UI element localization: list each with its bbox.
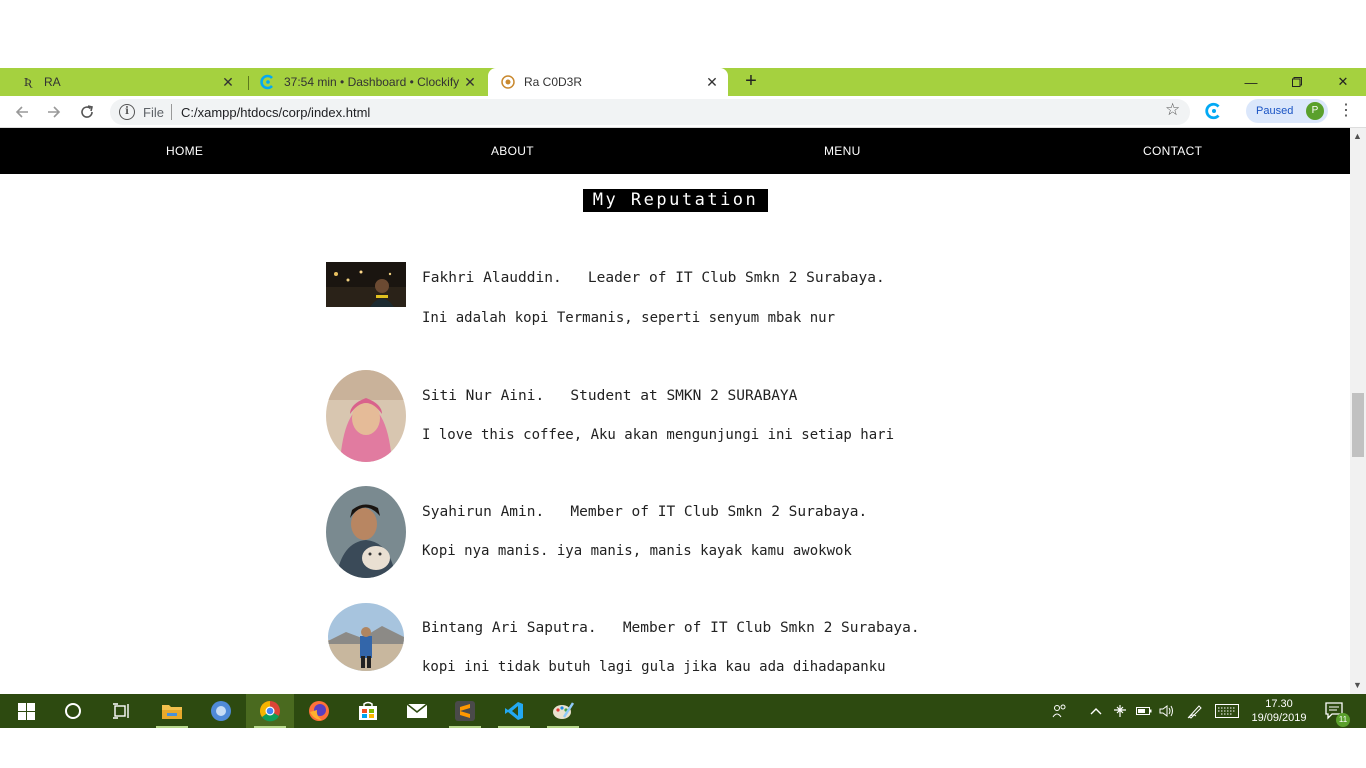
people-icon[interactable] (1052, 694, 1068, 728)
tab-title: 37:54 min • Dashboard • Clockify (284, 75, 460, 89)
reviewer-photo (326, 486, 406, 583)
tab-title: RA (44, 75, 61, 89)
reviewer-photo (326, 370, 406, 467)
nav-contact[interactable]: CONTACT (1143, 128, 1202, 174)
chrome-icon[interactable] (246, 694, 294, 728)
review-text: Kopi nya manis. iya manis, manis kayak k… (422, 543, 852, 559)
close-icon[interactable]: ✕ (218, 74, 238, 91)
sublime-text-icon[interactable] (441, 694, 489, 728)
network-icon[interactable] (1112, 694, 1128, 728)
forward-icon[interactable] (42, 100, 66, 124)
site-nav: HOME ABOUT MENU CONTACT (0, 128, 1350, 174)
back-icon[interactable] (10, 100, 34, 124)
running-indicator (547, 726, 579, 728)
clock-time: 17.30 (1265, 698, 1293, 710)
tab-ra[interactable]: Ʀ RA ✕ (0, 68, 244, 96)
ra-logo-icon: Ʀ (23, 75, 33, 89)
close-icon[interactable]: ✕ (460, 74, 480, 91)
reviewer-photo (326, 262, 406, 312)
running-indicator (498, 726, 530, 728)
tab-ra-coder[interactable]: Ra C0D3R ✕ (488, 68, 728, 96)
review-text: I love this coffee, Aku akan mengunjungi… (422, 427, 895, 443)
address-divider (171, 104, 172, 120)
minimize-button[interactable]: — (1228, 68, 1274, 96)
scroll-down-icon[interactable]: ▼ (1353, 680, 1362, 690)
review-item: Bintang Ari Saputra. Member of IT Club S… (326, 602, 1046, 694)
chevron-up-icon[interactable] (1090, 694, 1102, 728)
reviewer-name: Siti Nur Aini. Student at SMKN 2 SURABAY… (422, 388, 798, 404)
review-item: Fakhri Alauddin. Leader of IT Club Smkn … (326, 262, 1046, 332)
running-indicator (254, 726, 286, 728)
bookmark-star-icon[interactable]: ☆ (1165, 100, 1180, 120)
chrome-alt-icon[interactable] (197, 694, 245, 728)
nav-menu[interactable]: MENU (824, 128, 861, 174)
nav-about[interactable]: ABOUT (491, 128, 534, 174)
review-item: Siti Nur Aini. Student at SMKN 2 SURABAY… (326, 370, 1046, 462)
notification-count: 11 (1336, 713, 1350, 727)
taskbar: 17.30 19/09/2019 11 (0, 694, 1366, 728)
nav-home[interactable]: HOME (166, 128, 203, 174)
site-icon (500, 74, 516, 90)
clock-date: 19/09/2019 (1251, 712, 1307, 724)
file-explorer-icon[interactable] (148, 694, 196, 728)
profile-button[interactable]: Paused P (1246, 99, 1328, 123)
keyboard-icon[interactable] (1215, 694, 1239, 728)
browser-toolbar: i File C:/xampp/htdocs/corp/index.html ☆… (0, 96, 1366, 128)
new-tab-button[interactable]: + (739, 70, 763, 94)
avatar: P (1306, 102, 1324, 120)
volume-icon[interactable] (1159, 694, 1175, 728)
scroll-up-icon[interactable]: ▲ (1353, 131, 1362, 141)
battery-icon[interactable] (1136, 694, 1152, 728)
reload-icon[interactable] (75, 100, 99, 124)
clockify-icon (260, 74, 276, 90)
url-text[interactable]: C:/xampp/htdocs/corp/index.html (181, 105, 370, 120)
tab-title: Ra C0D3R (524, 75, 583, 89)
firefox-icon[interactable] (295, 694, 343, 728)
close-icon[interactable]: ✕ (702, 74, 722, 91)
clockify-extension-icon[interactable] (1205, 102, 1223, 120)
vscode-icon[interactable] (490, 694, 538, 728)
review-item: Syahirun Amin. Member of IT Club Smkn 2 … (326, 486, 1046, 578)
review-text: Ini adalah kopi Termanis, seperti senyum… (422, 310, 836, 325)
cortana-search-icon[interactable] (49, 694, 97, 728)
profile-status: Paused (1256, 105, 1294, 117)
notifications-icon[interactable]: 11 (1325, 694, 1350, 728)
page-scrollbar[interactable]: ▲ ▼ (1350, 128, 1366, 694)
reviewer-name: Bintang Ari Saputra. Member of IT Club S… (422, 620, 920, 636)
pen-icon[interactable] (1187, 694, 1203, 728)
mail-icon[interactable] (393, 694, 441, 728)
screen: Ʀ RA ✕ 37:54 min • Dashboard • Clockify … (0, 0, 1366, 768)
menu-icon[interactable]: ⋮ (1338, 100, 1354, 120)
close-window-button[interactable]: ✕ (1320, 68, 1366, 96)
restore-button[interactable] (1274, 68, 1320, 96)
system-clock[interactable]: 17.30 19/09/2019 (1244, 697, 1314, 725)
tab-clockify[interactable]: 37:54 min • Dashboard • Clockify ✕ (250, 68, 486, 96)
url-scheme: File (143, 105, 164, 120)
section-heading: My Reputation (583, 189, 768, 212)
paint-icon[interactable] (539, 694, 587, 728)
windows-start-icon[interactable] (2, 694, 50, 728)
tab-strip: Ʀ RA ✕ 37:54 min • Dashboard • Clockify … (0, 68, 1366, 96)
task-view-icon[interactable] (97, 694, 145, 728)
store-icon[interactable] (344, 694, 392, 728)
reviewer-name: Fakhri Alauddin. Leader of IT Club Smkn … (422, 270, 885, 286)
review-text: kopi ini tidak butuh lagi gula jika kau … (422, 659, 886, 675)
address-bar[interactable]: i File C:/xampp/htdocs/corp/index.html (110, 99, 1190, 125)
running-indicator (449, 726, 481, 728)
info-icon[interactable]: i (119, 104, 135, 120)
reviewer-name: Syahirun Amin. Member of IT Club Smkn 2 … (422, 504, 868, 520)
page-viewport: HOME ABOUT MENU CONTACT My Reputation Fa… (0, 128, 1366, 694)
reviewer-photo (326, 602, 406, 677)
tab-separator (248, 76, 249, 90)
running-indicator (156, 726, 188, 728)
scroll-thumb[interactable] (1352, 393, 1364, 457)
